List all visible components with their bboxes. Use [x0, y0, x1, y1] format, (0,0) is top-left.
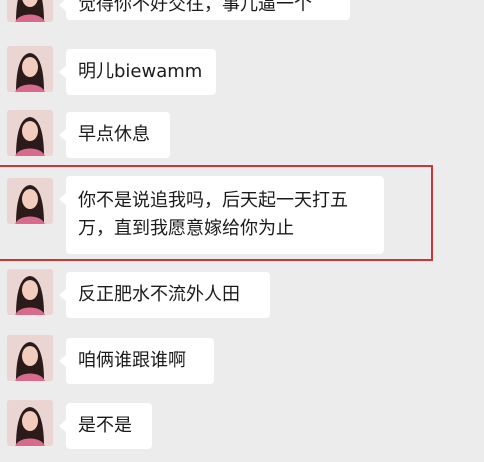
message-bubble[interactable]: 明儿biewamm — [59, 49, 216, 95]
contact-avatar[interactable] — [7, 0, 53, 22]
message-text: 早点休息 — [78, 124, 150, 145]
message-bubble[interactable]: 早点休息 — [59, 112, 170, 158]
chat-message-list: 觉得你不好交往，事儿逼一个 明儿biewamm 早点休息 你不是说追我吗，后天起… — [0, 0, 484, 462]
message-text: 觉得你不好交往，事儿逼一个 — [78, 0, 312, 15]
message-text: 咱俩谁跟谁啊 — [78, 350, 186, 371]
message-bubble[interactable]: 咱俩谁跟谁啊 — [59, 338, 214, 384]
message-bubble[interactable]: 觉得你不好交往，事儿逼一个 — [59, 0, 350, 20]
message-text: 反正肥水不流外人田 — [78, 284, 240, 305]
message-bubble[interactable]: 反正肥水不流外人田 — [59, 272, 270, 318]
highlight-box — [0, 165, 433, 261]
message-text: 明儿biewamm — [78, 61, 203, 82]
contact-avatar[interactable] — [7, 400, 53, 446]
message-text: 是不是 — [78, 415, 132, 436]
contact-avatar[interactable] — [7, 269, 53, 315]
contact-avatar[interactable] — [7, 335, 53, 381]
contact-avatar[interactable] — [7, 110, 53, 156]
contact-avatar[interactable] — [7, 46, 53, 92]
message-bubble[interactable]: 是不是 — [59, 403, 152, 449]
